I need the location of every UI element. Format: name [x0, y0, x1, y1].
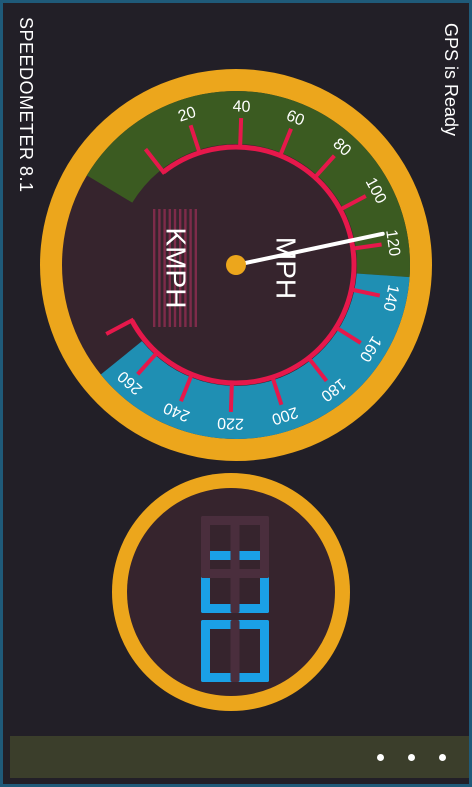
- digit-segment: [230, 516, 240, 578]
- more-dot-icon[interactable]: [439, 754, 446, 761]
- digit-segment: [201, 516, 235, 525]
- digit-segment: [201, 620, 235, 629]
- digit-segment: [235, 516, 269, 525]
- digital-speed-display: [112, 473, 350, 711]
- digit-segment: [235, 604, 269, 613]
- app-bar: [10, 736, 469, 778]
- digit-segment: [235, 569, 269, 578]
- digit-segment: [235, 620, 269, 629]
- more-dot-icon[interactable]: [408, 754, 415, 761]
- digit-segment: [201, 516, 210, 578]
- digit-segment: [260, 516, 269, 578]
- digit-segment: [260, 620, 269, 682]
- digit-segment: [201, 620, 210, 682]
- digit-segment: [235, 673, 269, 682]
- speedometer-screen: SPEEDOMETER 8.1 GPS is Ready 20 40 60 80 100…: [3, 3, 469, 784]
- digit-segment: [230, 620, 240, 682]
- more-dot-icon[interactable]: [377, 754, 384, 761]
